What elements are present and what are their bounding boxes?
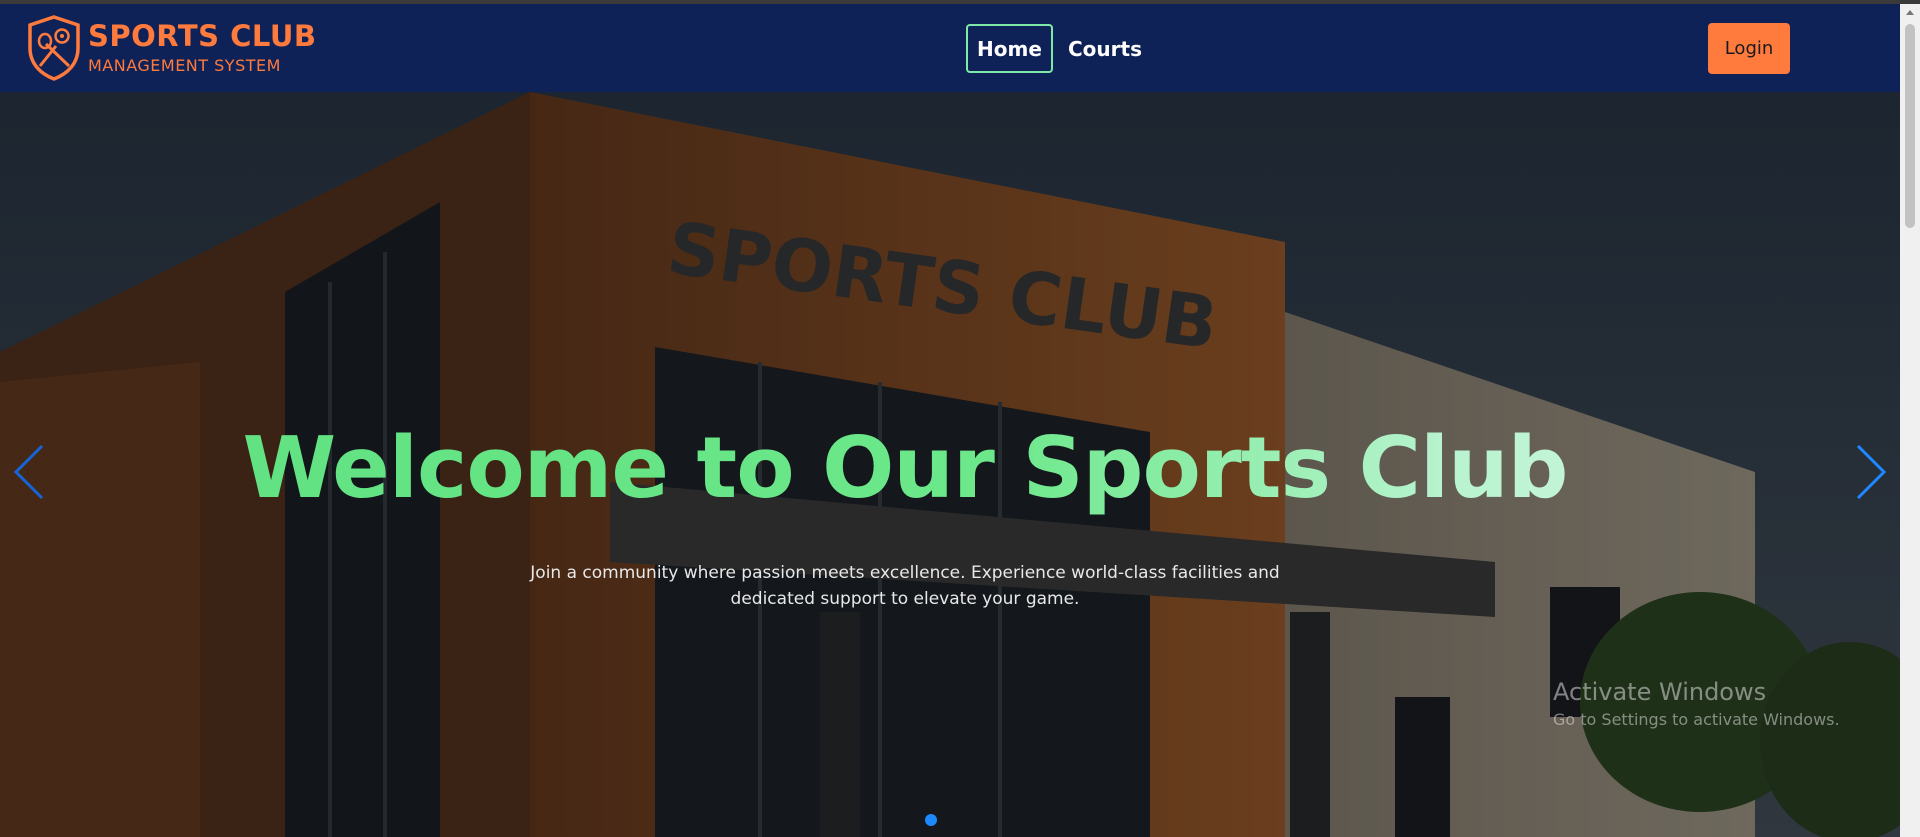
scroll-up-arrow-icon[interactable] — [1906, 10, 1914, 15]
watermark-title: Activate Windows — [1553, 678, 1767, 706]
brand-subtitle: MANAGEMENT SYSTEM — [88, 56, 281, 75]
shield-sports-logo-icon — [28, 15, 80, 81]
chevron-left-icon[interactable] — [10, 440, 50, 504]
watermark-subtitle: Go to Settings to activate Windows. — [1553, 710, 1840, 729]
carousel-indicator[interactable] — [925, 814, 937, 826]
brand[interactable]: SPORTS CLUB MANAGEMENT SYSTEM — [26, 14, 316, 82]
navbar: SPORTS CLUB MANAGEMENT SYSTEM Home Court… — [0, 4, 1900, 92]
scrollbar-thumb[interactable] — [1905, 24, 1915, 228]
nav-courts-link[interactable]: Courts — [1068, 24, 1142, 73]
hero-title: Welcome to Our Sports Club — [0, 419, 1810, 518]
hero-subtitle: Join a community where passion meets exc… — [530, 563, 1280, 609]
chevron-right-icon[interactable] — [1850, 440, 1890, 504]
nav-home-link[interactable]: Home — [966, 24, 1053, 73]
vertical-scrollbar[interactable] — [1900, 4, 1920, 837]
brand-title: SPORTS CLUB — [88, 19, 317, 53]
login-button[interactable]: Login — [1708, 23, 1790, 74]
windows-activation-watermark: Activate Windows Go to Settings to activ… — [1553, 677, 1840, 731]
